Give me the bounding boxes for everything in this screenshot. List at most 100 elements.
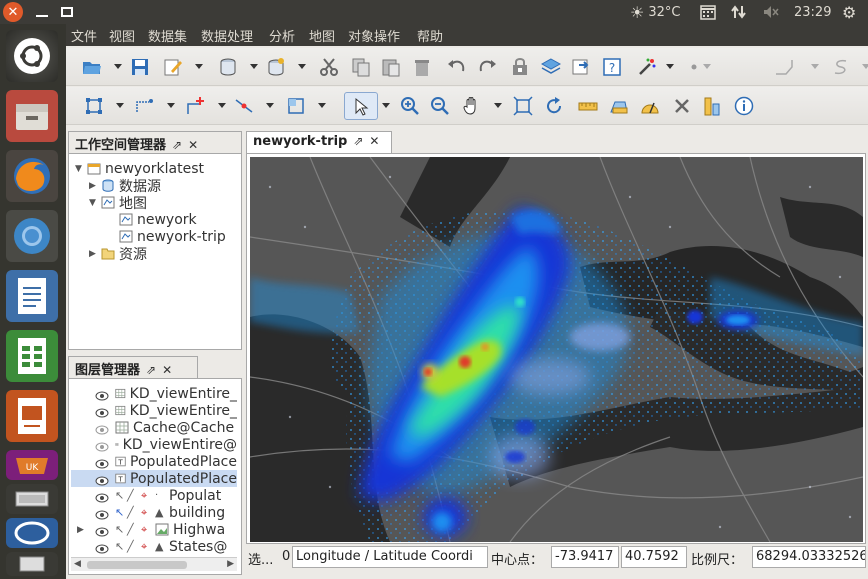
snappable-icon[interactable]: ⌖ xyxy=(141,506,155,520)
redo-icon[interactable] xyxy=(477,57,497,77)
visible-eye-icon[interactable] xyxy=(95,542,109,553)
stack-layers-icon[interactable] xyxy=(6,484,58,514)
curve-dropdown-icon[interactable] xyxy=(862,64,868,69)
scroll-right-icon[interactable]: ▶ xyxy=(227,559,234,569)
tree-row-map-newyork-trip[interactable]: newyork-trip xyxy=(119,228,226,245)
dot-dropdown-icon[interactable] xyxy=(703,64,711,69)
maximize-window-button[interactable] xyxy=(57,2,77,22)
ubuntu-dash-icon[interactable] xyxy=(6,30,58,82)
edit-dropdown-icon[interactable] xyxy=(195,64,203,69)
layer-manager-tab[interactable]: 图层管理器 ⇗ ✕ xyxy=(68,356,198,378)
pointer-dropdown-icon[interactable] xyxy=(382,103,390,108)
menu-object-operations[interactable]: 对象操作 xyxy=(348,26,400,45)
measure-angle-icon[interactable] xyxy=(640,96,660,116)
pin-icon[interactable]: ⇗ xyxy=(172,138,182,152)
visible-eye-icon[interactable] xyxy=(95,508,109,519)
layer-row[interactable]: ↖ ╱ ⌖ · Populat xyxy=(71,487,237,504)
libreoffice-calc-icon[interactable] xyxy=(6,330,58,382)
layer-row[interactable]: Cache@Cache xyxy=(71,419,237,436)
draw-line-icon[interactable] xyxy=(135,96,155,116)
delete-icon[interactable] xyxy=(412,57,432,77)
open-folder-icon[interactable] xyxy=(82,57,102,77)
visible-eye-icon[interactable] xyxy=(95,389,109,400)
layer-row[interactable]: KD_viewEntire_ xyxy=(71,402,237,419)
close-tab-icon[interactable]: ✕ xyxy=(369,134,379,148)
menu-data-processing[interactable]: 数据处理 xyxy=(201,26,253,45)
selectable-arrow-icon[interactable]: ↖ xyxy=(115,523,127,536)
scale-input[interactable]: 68294.03332526 xyxy=(752,546,866,568)
snappable-icon[interactable]: ⌖ xyxy=(141,489,155,503)
snappable-icon[interactable]: ⌖ xyxy=(141,540,155,554)
libreoffice-impress-icon[interactable] xyxy=(6,390,58,442)
menu-analysis[interactable]: 分析 xyxy=(269,26,295,45)
visible-eye-icon[interactable] xyxy=(95,474,109,485)
new-dataset-dropdown-icon[interactable] xyxy=(298,64,306,69)
curve-icon[interactable] xyxy=(831,57,851,77)
wand-dropdown-icon[interactable] xyxy=(666,64,674,69)
expand-arrow-icon[interactable]: ▶ xyxy=(89,249,101,259)
layer-row[interactable]: ▶ ↖ ╱ ⌖ Highwa xyxy=(71,521,237,538)
measure-area-icon[interactable] xyxy=(609,96,629,116)
split-line-dropdown-icon[interactable] xyxy=(266,103,274,108)
add-node-dropdown-icon[interactable] xyxy=(218,103,226,108)
scroll-left-icon[interactable]: ◀ xyxy=(74,559,81,569)
full-extent-icon[interactable] xyxy=(513,96,533,116)
copy-icon[interactable] xyxy=(351,57,371,77)
magic-wand-icon[interactable] xyxy=(637,57,657,77)
pan-hand-icon[interactable] xyxy=(462,96,482,116)
import-dataset-icon[interactable] xyxy=(218,57,238,77)
pin-icon[interactable]: ⇗ xyxy=(353,134,363,148)
pin-icon[interactable]: ⇗ xyxy=(146,363,156,377)
snappable-icon[interactable]: ⌖ xyxy=(141,523,155,537)
open-dropdown-icon[interactable] xyxy=(114,64,122,69)
center-y-input[interactable]: 40.7592 xyxy=(621,546,687,568)
dot-small-icon[interactable] xyxy=(684,57,704,77)
tree-row-maps[interactable]: ▼ 地图 xyxy=(89,194,147,212)
tree-row-workspace[interactable]: ▼ newyorklatest xyxy=(75,160,204,177)
menu-view[interactable]: 视图 xyxy=(109,26,135,45)
software-center-icon[interactable]: UK xyxy=(6,450,58,480)
map-canvas[interactable] xyxy=(250,157,863,542)
shape-icon[interactable] xyxy=(774,57,794,77)
new-dataset-icon[interactable] xyxy=(266,57,286,77)
split-line-icon[interactable] xyxy=(234,96,254,116)
selectable-arrow-icon[interactable]: ↖ xyxy=(115,506,127,519)
hidden-eye-icon[interactable] xyxy=(95,423,109,434)
refresh-icon[interactable] xyxy=(544,96,564,116)
layer-panel-scrollbar[interactable]: ◀ ▶ xyxy=(71,557,237,571)
layer-row-selected[interactable]: T PopulatedPlace xyxy=(71,470,237,487)
help-document-icon[interactable]: ? xyxy=(602,57,622,77)
menu-file[interactable]: 文件 xyxy=(71,26,97,45)
edit-document-icon[interactable] xyxy=(163,57,183,77)
paste-icon[interactable] xyxy=(381,57,401,77)
shape-dropdown-icon[interactable] xyxy=(811,64,819,69)
files-icon[interactable] xyxy=(6,90,58,142)
export-icon[interactable] xyxy=(571,57,591,77)
lock-layer-icon[interactable] xyxy=(510,57,530,77)
firefox-icon[interactable] xyxy=(6,150,58,202)
workspace-manager-tab[interactable]: 工作空间管理器 ⇗ ✕ xyxy=(68,131,242,153)
supermap-icon[interactable] xyxy=(6,518,58,548)
region-dropdown-icon[interactable] xyxy=(318,103,326,108)
zoom-out-icon[interactable] xyxy=(430,96,450,116)
menu-map[interactable]: 地图 xyxy=(309,26,335,45)
region-icon[interactable] xyxy=(286,96,306,116)
map-tab-newyork-trip[interactable]: newyork-trip ⇗ ✕ xyxy=(246,131,392,153)
center-x-input[interactable]: -73.9417 xyxy=(551,546,619,568)
close-panel-icon[interactable]: ✕ xyxy=(162,363,172,377)
add-node-icon[interactable] xyxy=(186,96,206,116)
volume-muted-icon[interactable] xyxy=(762,3,780,21)
coordinate-system-field[interactable]: Longitude / Latitude Coordi xyxy=(292,546,488,568)
editable-pencil-icon[interactable]: ╱ xyxy=(127,489,141,502)
save-icon[interactable] xyxy=(130,57,150,77)
visible-eye-icon[interactable] xyxy=(95,525,109,536)
map-properties-icon[interactable] xyxy=(702,96,722,116)
measure-distance-icon[interactable] xyxy=(578,96,598,116)
zoom-in-icon[interactable] xyxy=(400,96,420,116)
network-icon[interactable] xyxy=(731,3,747,21)
selectable-arrow-icon[interactable]: ↖ xyxy=(115,489,127,502)
close-window-button[interactable]: ✕ xyxy=(3,2,23,22)
weather-indicator[interactable]: ☀ 32°C xyxy=(630,3,680,22)
select-rectangle-icon[interactable] xyxy=(84,96,104,116)
collapse-arrow-icon[interactable]: ▼ xyxy=(89,198,101,208)
